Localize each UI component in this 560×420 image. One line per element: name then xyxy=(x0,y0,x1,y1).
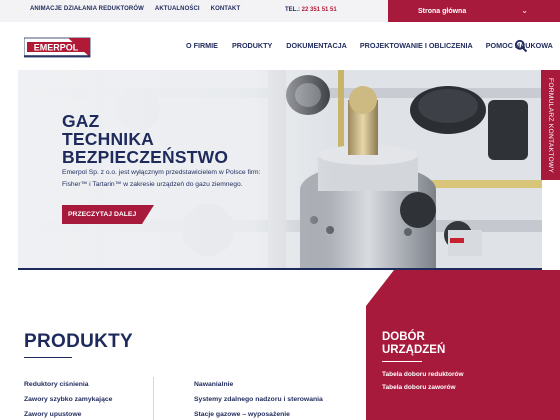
phone-info: TEL.: 22 351 51 51 xyxy=(285,7,337,13)
search-icon[interactable] xyxy=(514,39,528,53)
hero-title-line-2: TECHNIKA xyxy=(62,129,155,149)
contact-form-tab[interactable]: FORMULARZ KONTAKTOWY xyxy=(541,70,560,180)
product-link-gas-station-equipment[interactable]: Stacje gazowe – wyposażenie xyxy=(194,411,323,420)
contact-form-tab-label: FORMULARZ KONTAKTOWY xyxy=(547,78,554,174)
product-link-pressure-regulators[interactable]: Reduktory ciśnienia xyxy=(24,381,112,396)
read-more-button[interactable]: PRZECZYTAJ DALEJ xyxy=(62,205,154,224)
nav-item-documentation[interactable]: DOKUMENTACJA xyxy=(286,41,347,50)
top-links: ANIMACJE DZIAŁANIA REDUKTORÓW AKTUALNOŚC… xyxy=(30,6,240,12)
selection-title-line-1: DOBÓR xyxy=(382,331,425,343)
hero-title-line-1: GAZ xyxy=(62,111,100,131)
hero-title-line-3: BEZPIECZEŃSTWO xyxy=(62,147,229,167)
logo-text: EMERPOL xyxy=(34,43,79,53)
selection-links: Tabela doboru reduktorów Tabela doboru z… xyxy=(382,371,464,397)
selection-title-underline xyxy=(382,361,422,362)
top-link-animations[interactable]: ANIMACJE DZIAŁANIA REDUKTORÓW xyxy=(30,6,144,12)
phone-label: TEL.: xyxy=(285,7,300,13)
products-list-column-1: Reduktory ciśnienia Zawory szybko zamyka… xyxy=(24,381,112,420)
selection-link-regulators-table[interactable]: Tabela doboru reduktorów xyxy=(382,371,464,384)
main-header: EMERPOL O FIRMIE PRODUKTY DOKUMENTACJA P… xyxy=(0,22,560,70)
top-link-contact[interactable]: KONTAKT xyxy=(211,6,241,12)
read-more-label: PRZECZYTAJ DALEJ xyxy=(68,211,137,218)
products-column-divider xyxy=(153,377,154,420)
nav-item-design[interactable]: PROJEKTOWANIE I OBLICZENIA xyxy=(360,41,473,50)
product-link-odorizers[interactable]: Nawanialnie xyxy=(194,381,323,396)
hero-description: Emerpol Sp. z o.o. jest wyłącznym przeds… xyxy=(62,169,261,188)
main-nav: O FIRMIE PRODUKTY DOKUMENTACJA PROJEKTOW… xyxy=(186,41,553,50)
product-link-shutoff-valves[interactable]: Zawory szybko zamykające xyxy=(24,396,112,411)
hero-banner: GAZ TECHNIKA BEZPIECZEŃSTWO Emerpol Sp. … xyxy=(18,70,542,270)
selection-link-valves-table[interactable]: Tabela doboru zaworów xyxy=(382,384,464,397)
nav-item-company[interactable]: O FIRMIE xyxy=(186,41,218,50)
home-dropdown[interactable]: Strona główna ⌄ xyxy=(388,0,560,22)
selection-title: DOBÓR URZĄDZEŃ xyxy=(382,331,445,357)
nav-item-products[interactable]: PRODUKTY xyxy=(232,41,272,50)
chevron-down-icon: ⌄ xyxy=(521,6,528,15)
home-dropdown-label: Strona główna xyxy=(418,7,467,15)
product-link-relief-valves[interactable]: Zawory upustowe xyxy=(24,411,112,420)
selection-title-line-2: URZĄDZEŃ xyxy=(382,344,446,356)
product-link-remote-control-systems[interactable]: Systemy zdalnego nadzoru i sterowania xyxy=(194,396,323,411)
top-link-news[interactable]: AKTUALNOŚCI xyxy=(155,6,200,12)
hero-title: GAZ TECHNIKA BEZPIECZEŃSTWO xyxy=(62,112,228,166)
products-title-underline xyxy=(24,357,72,358)
phone-number[interactable]: 22 351 51 51 xyxy=(302,7,337,13)
products-title: PRODUKTY xyxy=(24,331,134,352)
products-list-column-2: Nawanialnie Systemy zdalnego nadzoru i s… xyxy=(194,381,323,420)
emerpol-logo[interactable]: EMERPOL xyxy=(24,30,94,60)
